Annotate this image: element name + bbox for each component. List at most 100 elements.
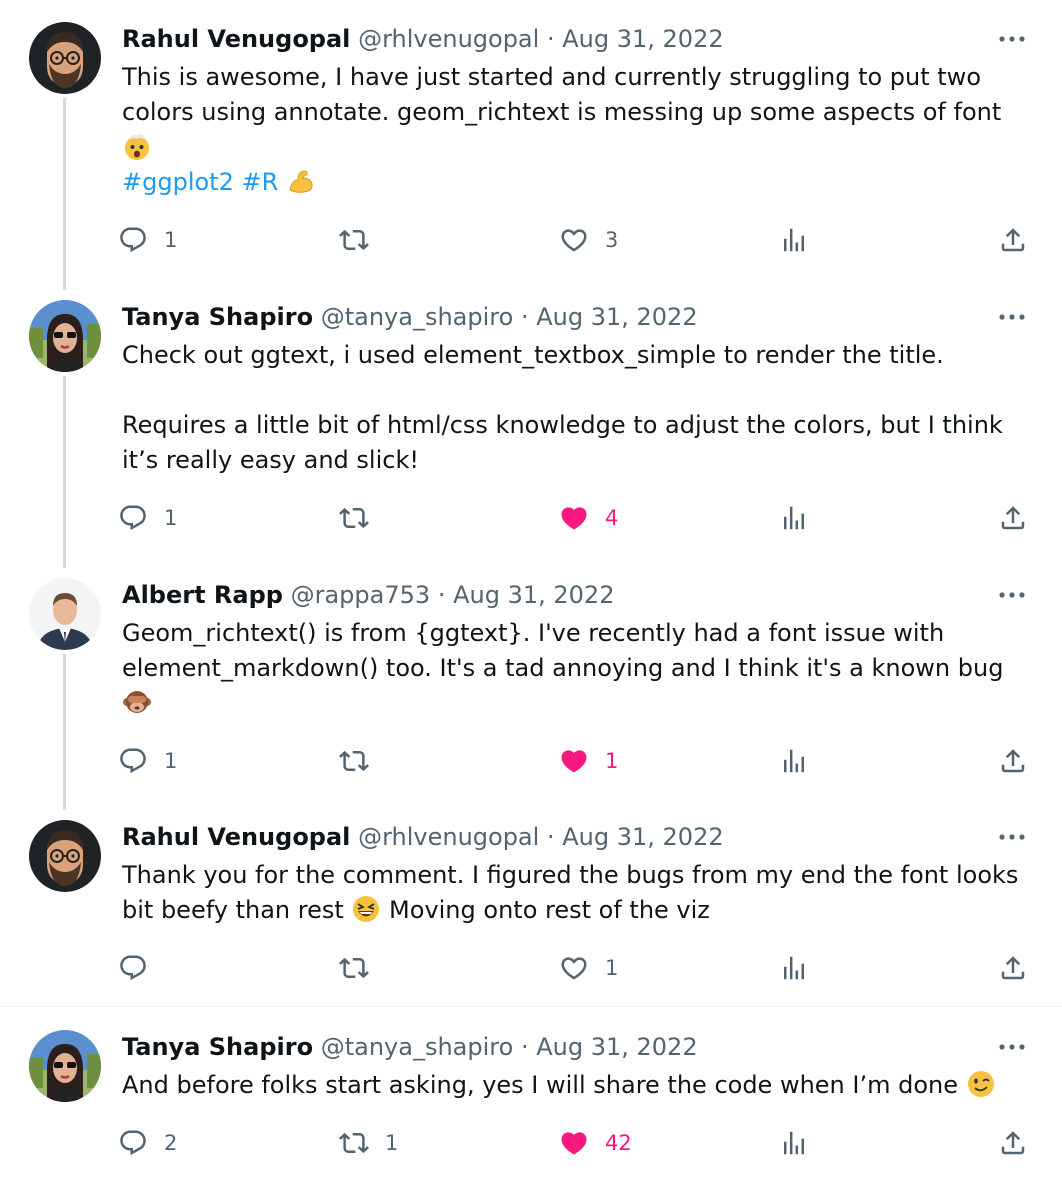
like-count: 42 — [605, 1131, 632, 1155]
reply-count: 1 — [164, 506, 178, 530]
hashtag-link[interactable]: #ggplot2 — [122, 168, 234, 196]
avatar[interactable] — [29, 300, 101, 372]
share-button[interactable] — [998, 500, 1028, 536]
author-handle[interactable]: @tanya_shapiro — [321, 1033, 514, 1061]
views-icon — [779, 1128, 809, 1158]
reply-count: 1 — [164, 228, 178, 252]
reply-button[interactable]: 1 — [118, 500, 177, 536]
reply-button[interactable]: 1 — [118, 743, 177, 779]
views-button[interactable] — [779, 1125, 809, 1161]
tweet-text-line: it’s really easy and slick! — [122, 446, 419, 474]
tweet-text-line: Thank you for the comment. I figured the… — [122, 861, 1019, 889]
author-handle[interactable]: @rappa753 — [291, 581, 431, 609]
share-button[interactable] — [998, 743, 1028, 779]
retweet-button[interactable] — [339, 743, 369, 779]
reply-count: 2 — [164, 1131, 178, 1155]
reply-button[interactable]: 1 — [118, 222, 177, 258]
retweet-count: 1 — [385, 1131, 399, 1155]
tweet[interactable]: Albert Rapp @rappa753 · Aug 31, 2022 Geo… — [0, 578, 1062, 804]
avatar[interactable] — [29, 820, 101, 892]
share-icon — [998, 746, 1028, 776]
author-name[interactable]: Rahul Venugopal — [122, 823, 350, 851]
reply-button[interactable]: 2 — [118, 1125, 177, 1161]
tweet[interactable]: Rahul Venugopal @rhlvenugopal · Aug 31, … — [0, 820, 1062, 1000]
views-button[interactable] — [779, 743, 809, 779]
share-icon — [998, 503, 1028, 533]
tweet-actions: 2 1 42 — [118, 1125, 1032, 1161]
more-options-icon[interactable] — [992, 24, 1032, 54]
author-handle[interactable]: @tanya_shapiro — [321, 303, 514, 331]
tweet-actions: 1 — [118, 950, 1032, 986]
tweet-date[interactable]: Aug 31, 2022 — [562, 823, 723, 851]
reply-icon — [118, 503, 148, 533]
retweet-button[interactable]: 1 — [339, 1125, 398, 1161]
like-count: 1 — [605, 749, 619, 773]
author-name[interactable]: Albert Rapp — [122, 581, 283, 609]
separator-dot: · — [520, 303, 529, 331]
tweet-text-line: And before folks start asking, yes I wil… — [122, 1071, 959, 1099]
tweet-date[interactable]: Aug 31, 2022 — [536, 1033, 697, 1061]
author-handle[interactable]: @rhlvenugopal — [358, 25, 539, 53]
author-name[interactable]: Rahul Venugopal — [122, 25, 350, 53]
share-button[interactable] — [998, 1125, 1028, 1161]
share-button[interactable] — [998, 222, 1028, 258]
author-name[interactable]: Tanya Shapiro — [122, 1033, 313, 1061]
like-count: 3 — [605, 228, 619, 252]
retweet-icon — [339, 1128, 369, 1158]
tweet-text-line: bit beefy than rest — [122, 896, 344, 924]
retweet-button[interactable] — [339, 222, 369, 258]
tweet-actions: 1 3 — [118, 222, 1032, 258]
tweet-text-line: Requires a little bit of html/css knowle… — [122, 411, 1003, 439]
tweet-text: This is awesome, I have just started and… — [122, 60, 1022, 200]
retweet-icon — [339, 953, 369, 983]
grinning-squinting-face-emoji — [351, 894, 381, 924]
avatar[interactable] — [29, 22, 101, 94]
more-options-icon[interactable] — [992, 1032, 1032, 1062]
tweet-date[interactable]: Aug 31, 2022 — [536, 303, 697, 331]
author-name[interactable]: Tanya Shapiro — [122, 303, 313, 331]
tweet-text-line: Moving onto rest of the viz — [389, 896, 710, 924]
avatar[interactable] — [29, 578, 101, 650]
like-button[interactable]: 42 — [559, 1125, 632, 1161]
tweet[interactable]: Rahul Venugopal @rhlvenugopal · Aug 31, … — [0, 22, 1062, 284]
tweet[interactable]: Tanya Shapiro @tanya_shapiro · Aug 31, 2… — [0, 1030, 1062, 1180]
flexed-biceps-emoji — [286, 166, 316, 196]
hashtag-link[interactable]: #R — [241, 168, 278, 196]
tweet-date[interactable]: Aug 31, 2022 — [562, 25, 723, 53]
like-button[interactable]: 1 — [559, 743, 618, 779]
like-button[interactable]: 4 — [559, 500, 618, 536]
reply-icon — [118, 1128, 148, 1158]
tweet-header: Rahul Venugopal @rhlvenugopal · Aug 31, … — [122, 22, 724, 56]
heart-filled-icon — [559, 503, 589, 533]
tweet-header: Tanya Shapiro @tanya_shapiro · Aug 31, 2… — [122, 1030, 698, 1064]
like-button[interactable]: 3 — [559, 222, 618, 258]
author-handle[interactable]: @rhlvenugopal — [358, 823, 539, 851]
reply-button[interactable] — [118, 950, 148, 986]
exploding-head-emoji — [122, 131, 152, 161]
reply-count: 1 — [164, 749, 178, 773]
more-options-icon[interactable] — [992, 580, 1032, 610]
tweet-header: Albert Rapp @rappa753 · Aug 31, 2022 — [122, 578, 614, 612]
views-button[interactable] — [779, 500, 809, 536]
like-button[interactable]: 1 — [559, 950, 618, 986]
avatar[interactable] — [29, 1030, 101, 1102]
views-button[interactable] — [779, 950, 809, 986]
share-button[interactable] — [998, 950, 1028, 986]
tweet-header: Rahul Venugopal @rhlvenugopal · Aug 31, … — [122, 820, 724, 854]
more-options-icon[interactable] — [992, 302, 1032, 332]
retweet-icon — [339, 225, 369, 255]
tweet-text: Thank you for the comment. I figured the… — [122, 858, 1022, 928]
reply-icon — [118, 225, 148, 255]
tweet-date[interactable]: Aug 31, 2022 — [453, 581, 614, 609]
reply-icon — [118, 953, 148, 983]
share-icon — [998, 1128, 1028, 1158]
tweet[interactable]: Tanya Shapiro @tanya_shapiro · Aug 31, 2… — [0, 300, 1062, 562]
views-icon — [779, 953, 809, 983]
retweet-button[interactable] — [339, 950, 369, 986]
retweet-button[interactable] — [339, 500, 369, 536]
retweet-icon — [339, 503, 369, 533]
views-button[interactable] — [779, 222, 809, 258]
tweet-text-line: Geom_richtext() is from {ggtext}. I've r… — [122, 619, 945, 647]
more-options-icon[interactable] — [992, 822, 1032, 852]
heart-filled-icon — [559, 1128, 589, 1158]
